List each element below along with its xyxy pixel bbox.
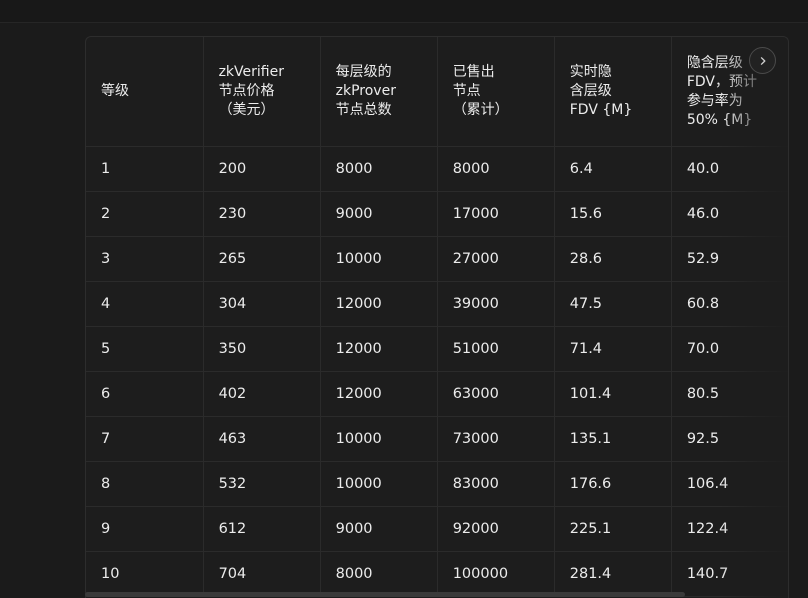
cell-sold: 51000 [437,326,555,372]
cell-overflow [788,417,789,462]
cell-realtime-fdv: 47.5 [554,281,672,327]
cell-tier: 2 [86,191,204,237]
cell-tier: 5 [86,326,204,372]
top-bar [0,0,808,23]
header-zkprover-total: 每层级的 zkProver 节点总数 [320,37,438,147]
cell-sold: 73000 [437,416,555,462]
cell-sold: 100000 [437,551,555,597]
cell-implied-fdv: 92.5 [671,416,788,462]
cell-prover-total: 9000 [320,506,438,552]
cell-overflow [788,372,789,417]
header-zkverifier-price: zkVerifier 节点价格 （美元） [203,37,321,147]
table-row: 3 265 10000 27000 28.6 52.9 [86,236,789,282]
cell-price: 304 [203,281,321,327]
cell-sold: 92000 [437,506,555,552]
cell-sold: 17000 [437,191,555,237]
cell-prover-total: 10000 [320,416,438,462]
table-row: 2 230 9000 17000 15.6 46.0 [86,191,789,237]
cell-realtime-fdv: 15.6 [554,191,672,237]
header-realtime-fdv: 实时隐 含层级 FDV {M} [554,37,672,147]
cell-sold: 27000 [437,236,555,282]
cell-realtime-fdv: 28.6 [554,236,672,282]
horizontal-scrollbar[interactable] [85,592,685,597]
table-row: 5 350 12000 51000 71.4 70.0 [86,326,789,372]
cell-realtime-fdv: 101.4 [554,371,672,417]
cell-overflow [788,462,789,507]
cell-overflow [788,192,789,237]
cell-prover-total: 9000 [320,191,438,237]
cell-prover-total: 8000 [320,551,438,597]
table-row: 8 532 10000 83000 176.6 106.4 [86,461,789,507]
cell-overflow [788,327,789,372]
cell-implied-fdv: 52.9 [671,236,788,282]
cell-tier: 7 [86,416,204,462]
table-row: 7 463 10000 73000 135.1 92.5 [86,416,789,462]
header-tier: 等级 [86,37,204,147]
table-header-row: 等级 zkVerifier 节点价格 （美元） 每层级的 zkProver 节点… [86,37,789,147]
cell-price: 230 [203,191,321,237]
cell-implied-fdv: 46.0 [671,191,788,237]
header-nodes-sold: 已售出 节点 （累计） [437,37,555,147]
cell-realtime-fdv: 281.4 [554,551,672,597]
cell-tier: 9 [86,506,204,552]
cell-sold: 8000 [437,146,555,192]
cell-price: 704 [203,551,321,597]
cell-implied-fdv: 60.8 [671,281,788,327]
cell-overflow [788,282,789,327]
chevron-right-icon [760,56,765,65]
scroll-right-button[interactable] [749,47,776,74]
cell-realtime-fdv: 225.1 [554,506,672,552]
cell-sold: 63000 [437,371,555,417]
cell-price: 612 [203,506,321,552]
cell-tier: 8 [86,461,204,507]
cell-prover-total: 10000 [320,236,438,282]
cell-price: 402 [203,371,321,417]
cell-overflow [788,507,789,552]
cell-price: 532 [203,461,321,507]
cell-price: 200 [203,146,321,192]
cell-price: 265 [203,236,321,282]
cell-implied-fdv: 70.0 [671,326,788,372]
cell-implied-fdv: 122.4 [671,506,788,552]
cell-overflow [788,147,789,192]
cell-overflow [788,552,789,597]
cell-tier: 3 [86,236,204,282]
header-overflow [788,37,789,147]
table-row: 10 704 8000 100000 281.4 140.7 [86,551,789,597]
cell-tier: 1 [86,146,204,192]
cell-implied-fdv: 140.7 [671,551,788,597]
cell-sold: 83000 [437,461,555,507]
table-row: 6 402 12000 63000 101.4 80.5 [86,371,789,417]
cell-tier: 4 [86,281,204,327]
table-container[interactable]: 等级 zkVerifier 节点价格 （美元） 每层级的 zkProver 节点… [85,36,789,598]
cell-prover-total: 10000 [320,461,438,507]
cell-realtime-fdv: 135.1 [554,416,672,462]
cell-sold: 39000 [437,281,555,327]
cell-price: 463 [203,416,321,462]
cell-implied-fdv: 80.5 [671,371,788,417]
table-row: 4 304 12000 39000 47.5 60.8 [86,281,789,327]
table-row: 9 612 9000 92000 225.1 122.4 [86,506,789,552]
cell-realtime-fdv: 176.6 [554,461,672,507]
cell-implied-fdv: 106.4 [671,461,788,507]
cell-overflow [788,237,789,282]
cell-tier: 6 [86,371,204,417]
cell-realtime-fdv: 6.4 [554,146,672,192]
tier-table: 等级 zkVerifier 节点价格 （美元） 每层级的 zkProver 节点… [86,37,789,597]
cell-prover-total: 12000 [320,326,438,372]
cell-realtime-fdv: 71.4 [554,326,672,372]
cell-tier: 10 [86,551,204,597]
table-row: 1 200 8000 8000 6.4 40.0 [86,146,789,192]
cell-prover-total: 8000 [320,146,438,192]
cell-prover-total: 12000 [320,371,438,417]
cell-implied-fdv: 40.0 [671,146,788,192]
cell-prover-total: 12000 [320,281,438,327]
cell-price: 350 [203,326,321,372]
